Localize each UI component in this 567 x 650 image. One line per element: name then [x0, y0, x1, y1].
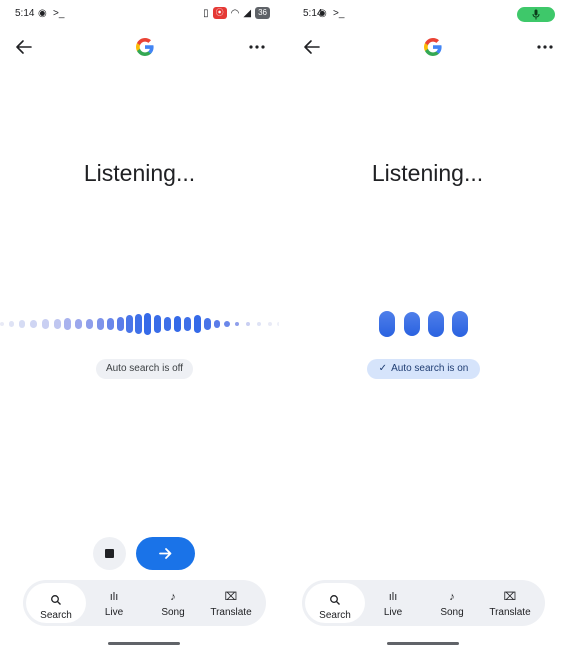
nav-search[interactable]: Search: [26, 583, 86, 623]
nav-song[interactable]: ♪ Song: [422, 583, 482, 623]
terminal-icon: >_: [53, 8, 65, 19]
nav-song-label: Song: [440, 607, 464, 618]
auto-search-on-chip[interactable]: ✓ Auto search is on: [367, 359, 480, 379]
gesture-handle: [387, 642, 459, 645]
more-options-icon[interactable]: [533, 38, 557, 56]
mic-active-indicator: [517, 7, 555, 22]
listening-title: Listening...: [371, 160, 484, 186]
live-icon: ılı: [388, 591, 398, 603]
google-logo-icon: [424, 38, 442, 56]
terminal-icon: >_: [333, 8, 345, 19]
status-bar: 5:14 ◉ >_: [288, 6, 567, 22]
song-icon: ♪: [449, 591, 455, 603]
voice-waveform: [0, 313, 279, 335]
bottom-nav: Search ılı Live ♪ Song ⌧ Translate: [23, 580, 266, 626]
song-icon: ♪: [170, 591, 176, 603]
check-icon: ✓: [378, 363, 388, 374]
battery-icon: 36: [255, 7, 270, 19]
back-arrow-icon[interactable]: [302, 38, 322, 56]
translate-icon: ⌧: [224, 591, 238, 603]
record-icon: ◉: [318, 8, 327, 19]
nav-live[interactable]: ılı Live: [84, 583, 144, 623]
status-time: 5:14: [15, 8, 35, 19]
bottom-nav: Search ılı Live ♪ Song ⌧ Translate: [302, 580, 545, 626]
mic-icon: [532, 9, 540, 20]
nav-search[interactable]: Search: [305, 583, 365, 623]
translate-icon: ⌧: [503, 591, 517, 603]
listening-title: Listening...: [83, 160, 196, 186]
nav-search-label: Search: [319, 610, 351, 621]
notification-badge-icon: ⦿: [212, 7, 227, 19]
back-arrow-icon[interactable]: [14, 38, 34, 56]
nav-translate-label: Translate: [210, 607, 252, 618]
status-bar: 5:14 ◉ >_ ▯ ⦿ ◠ ◢ 36: [0, 6, 279, 22]
nav-search-label: Search: [40, 610, 72, 621]
google-logo-icon: [136, 38, 154, 56]
arrow-right-icon: [159, 548, 172, 559]
nav-translate[interactable]: ⌧ Translate: [480, 583, 540, 623]
nav-live[interactable]: ılı Live: [363, 583, 423, 623]
vibrate-icon: ▯: [203, 7, 209, 19]
right-panel: 5:14 ◉ >_ Listening... ✓ Auto search is …: [288, 0, 567, 650]
nav-translate-label: Translate: [489, 607, 531, 618]
search-icon: [51, 595, 61, 605]
record-icon: ◉: [38, 8, 47, 19]
left-panel: 5:14 ◉ >_ ▯ ⦿ ◠ ◢ 36 Listening... Auto s…: [0, 0, 279, 650]
nav-song[interactable]: ♪ Song: [143, 583, 203, 623]
signal-icon: ◢: [243, 7, 252, 19]
more-options-icon[interactable]: [245, 38, 269, 56]
live-icon: ılı: [109, 591, 119, 603]
search-icon: [330, 595, 340, 605]
wifi-icon: ◠: [230, 7, 240, 19]
stop-button[interactable]: [93, 537, 126, 570]
nav-song-label: Song: [161, 607, 185, 618]
stop-icon: [105, 549, 114, 558]
nav-translate[interactable]: ⌧ Translate: [201, 583, 261, 623]
nav-live-label: Live: [383, 607, 403, 618]
submit-arrow-button[interactable]: [136, 537, 195, 570]
nav-live-label: Live: [104, 607, 124, 618]
gesture-handle: [108, 642, 180, 645]
auto-search-off-chip[interactable]: Auto search is off: [96, 359, 193, 379]
processing-dots: [379, 311, 468, 337]
auto-search-on-label: Auto search is on: [391, 363, 469, 374]
